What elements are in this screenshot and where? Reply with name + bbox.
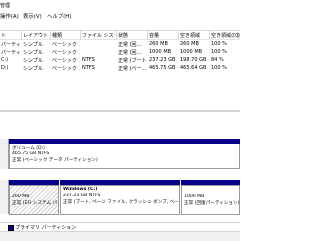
volume-list: ト レイアウト 種類 ファイル システム 状態 容量 空き領域 空き領域の割合 … (0, 31, 240, 90)
column-header-type[interactable]: 種類 (52, 32, 79, 39)
column-header-status[interactable]: 状態 (118, 32, 146, 39)
windows-partition-name: Windows (C:) (63, 187, 98, 192)
status: 正常 (回... (118, 42, 142, 48)
free-space: 1000 MB (180, 49, 203, 55)
recovery-partition-size: 1000 MB (184, 194, 205, 199)
status: 正常 (回... (118, 50, 142, 56)
free-space: 198.70 GB (180, 57, 207, 63)
capacity: 237.23 GB (149, 57, 176, 63)
disk1-label[interactable] (0, 139, 9, 169)
free-space: 465.64 GB (180, 65, 207, 71)
table-row[interactable]: パーティシ... シンプル ベーシック 正常 (回... 1000 MB 100… (0, 48, 240, 56)
table-row[interactable]: D:) シンプル ベーシック NTFS 正常 (ベー... 465.75 GB … (0, 64, 240, 72)
windows-partition-status: 正常 (ブート, ページ ファイル, クラッシュ ダンプ, ベーシック デー (63, 200, 179, 205)
volume-list-header: ト レイアウト 種類 ファイル システム 状態 容量 空き領域 空き領域の割合 (0, 31, 240, 40)
volume-name: パーティシ... (1, 42, 21, 48)
disk1-volume-size: 465.75 GB NTFS (12, 151, 50, 156)
capacity: 465.75 GB (149, 65, 176, 71)
type: ベーシック (52, 58, 77, 64)
type: ベーシック (52, 66, 77, 72)
column-header-free-space[interactable]: 空き領域 (180, 32, 208, 39)
layout: シンプル (23, 58, 43, 64)
free-percent: 84 % (211, 57, 224, 63)
status: 正常 (ベー... (118, 66, 146, 72)
free-percent: 100 % (211, 65, 227, 71)
column-header-filesystem[interactable]: ファイル システム (82, 32, 115, 39)
windows-partition-size: 237.23 GB NTFS (63, 193, 101, 198)
layout: シンプル (23, 50, 43, 56)
status: 正常 (ブート... (118, 58, 146, 64)
type: ベーシック (52, 50, 77, 56)
capacity: 260 MB (149, 41, 168, 47)
menu-bar: 操作(A) 表示(V) ヘルプ(H) (0, 10, 240, 20)
filesystem: NTFS (82, 57, 95, 63)
type: ベーシック (52, 42, 77, 48)
column-header-free-percent[interactable]: 空き領域の割合 (211, 32, 240, 39)
column-header-layout[interactable]: レイアウト (23, 32, 49, 39)
layout: シンプル (23, 66, 43, 72)
column-header-capacity[interactable]: 容量 (149, 32, 177, 39)
column-header-volume[interactable]: ト (1, 32, 21, 39)
free-percent: 100 % (211, 41, 227, 47)
free-percent: 100 % (211, 49, 227, 55)
disk0-windows-partition[interactable]: Windows (C:) 237.23 GB NTFS 正常 (ブート, ページ… (60, 185, 180, 215)
disk0-label[interactable] (0, 180, 9, 214)
disk-graphical-view: ボリューム (D:) 465.75 GB NTFS 正常 (ベーシック データ … (0, 112, 240, 240)
efi-partition-status: 正常 (EFI システム パーテ (12, 201, 58, 206)
disk0-efi-partition[interactable]: 260 MB 正常 (EFI システム パーテ (9, 185, 59, 215)
recovery-partition-status: 正常 (回復パーティション) (184, 201, 239, 206)
title-bar: 管理 (0, 0, 240, 10)
volume-name: D:) (1, 65, 9, 71)
table-row[interactable]: C:) シンプル ベーシック NTFS 正常 (ブート... 237.23 GB… (0, 56, 240, 64)
legend-primary-partition: プライマリ パーティション (15, 225, 77, 231)
disk1-volume-status: 正常 (ベーシック データ パーティション) (12, 158, 98, 163)
layout: シンプル (23, 42, 43, 48)
toolbar (0, 19, 240, 31)
capacity: 1000 MB (149, 49, 172, 55)
table-row[interactable]: パーティシ... シンプル ベーシック 正常 (回... 260 MB 260 … (0, 40, 240, 48)
filesystem: NTFS (82, 65, 95, 71)
window-title: 管理 (0, 3, 11, 9)
disk0-recovery-partition[interactable]: 1000 MB 正常 (回復パーティション) (181, 185, 240, 215)
volume-name: パーティシ... (1, 50, 21, 56)
efi-partition-size: 260 MB (12, 194, 30, 199)
disk1-volume[interactable]: ボリューム (D:) 465.75 GB NTFS 正常 (ベーシック データ … (9, 144, 240, 169)
volume-name: C:) (1, 57, 9, 63)
free-space: 260 MB (180, 41, 199, 47)
